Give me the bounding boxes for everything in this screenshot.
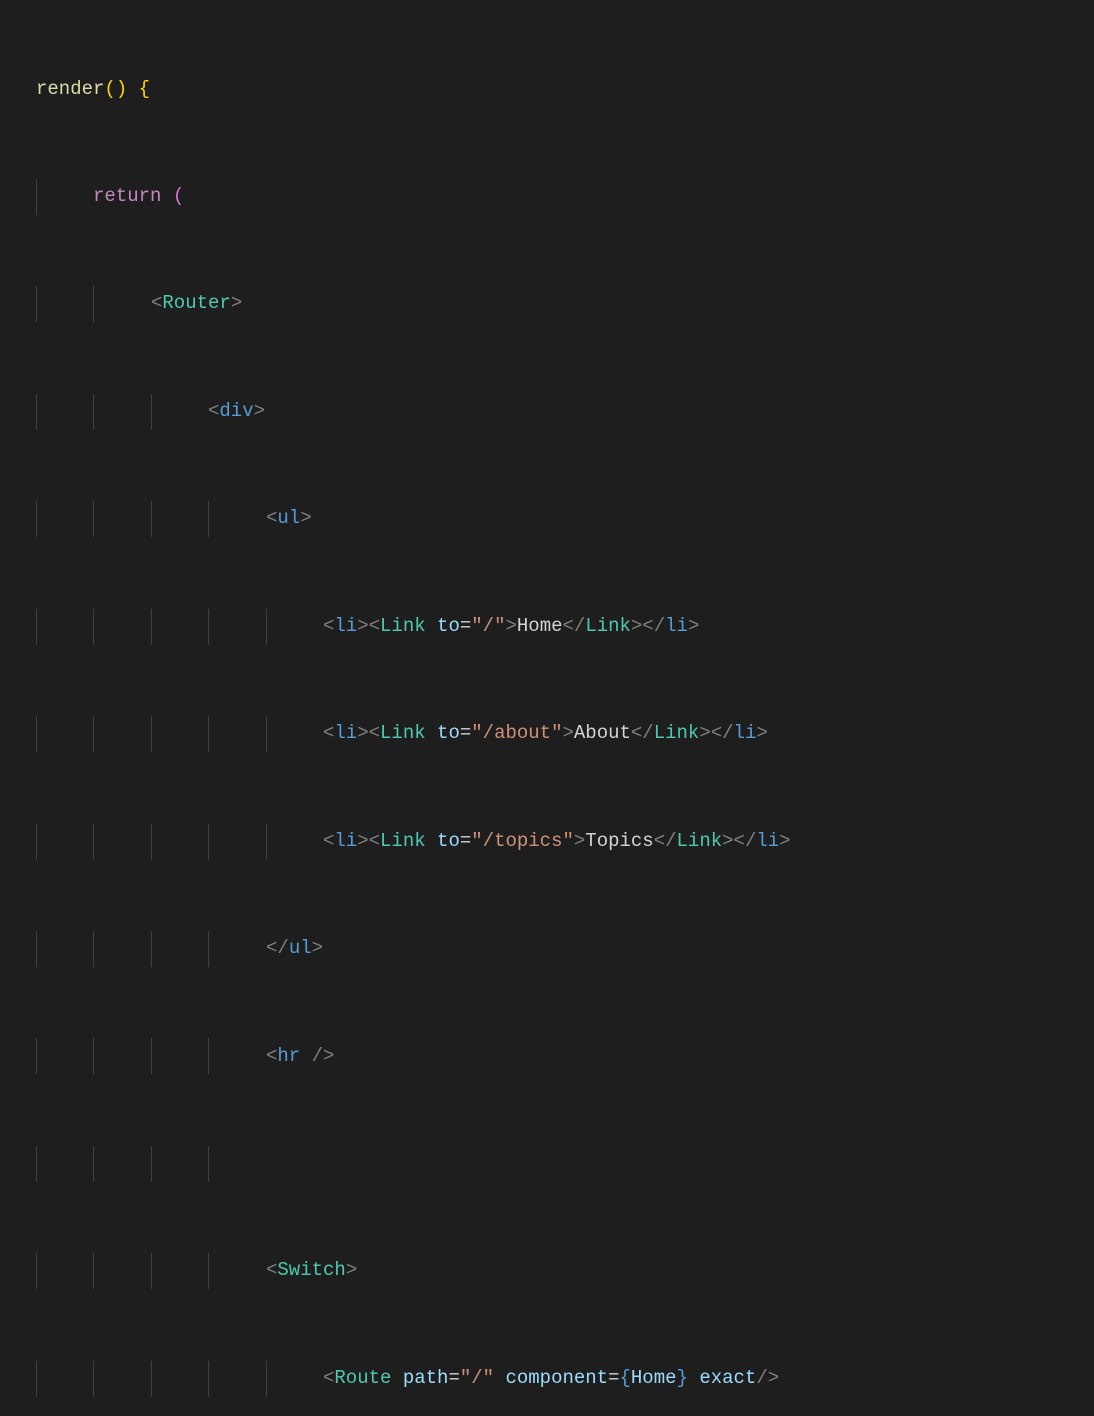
code-line[interactable]: return ( [0, 179, 1094, 215]
token-function: render [36, 72, 104, 108]
code-line[interactable]: <Router> [0, 286, 1094, 322]
code-line[interactable] [0, 1146, 1094, 1182]
token-element: div [219, 394, 253, 430]
code-line[interactable]: <Route path="/" component={Home} exact/> [0, 1361, 1094, 1397]
token-component: Router [162, 286, 230, 322]
code-line[interactable]: <li><Link to="/about">About</Link></li> [0, 716, 1094, 752]
token-element: hr [277, 1039, 300, 1075]
token-keyword: return [93, 179, 161, 215]
token-paren: () [104, 72, 127, 108]
code-line[interactable]: <hr /> [0, 1038, 1094, 1074]
code-line[interactable]: <div> [0, 394, 1094, 430]
token-text: Home [517, 609, 563, 645]
token-paren: ( [173, 179, 184, 215]
code-line[interactable]: <li><Link to="/">Home</Link></li> [0, 609, 1094, 645]
token-component: Switch [277, 1253, 345, 1289]
code-editor[interactable]: render() { return ( <Router> <div> <ul> … [0, 0, 1094, 1416]
token-brace: { [139, 72, 150, 108]
code-line[interactable]: </ul> [0, 931, 1094, 967]
code-line[interactable]: <ul> [0, 501, 1094, 537]
code-line[interactable]: <li><Link to="/topics">Topics</Link></li… [0, 824, 1094, 860]
code-line[interactable]: render() { [0, 71, 1094, 107]
code-line[interactable]: <Switch> [0, 1253, 1094, 1289]
token-element: ul [277, 501, 300, 537]
